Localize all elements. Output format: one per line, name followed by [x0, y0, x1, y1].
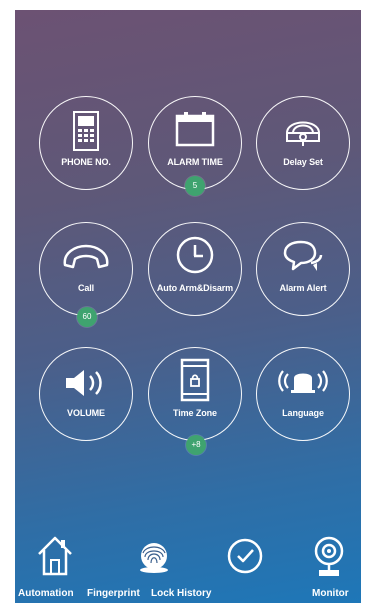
nav-label-lock[interactable]: Lock — [151, 588, 174, 599]
chat-bubbles-icon — [257, 239, 349, 277]
speaker-icon — [40, 368, 132, 406]
nav-automation[interactable] — [37, 534, 73, 578]
nav-label-automation[interactable]: Automation — [18, 588, 74, 599]
phone-icon — [40, 111, 132, 151]
auto-arm-disarm-tile[interactable]: Auto Arm&Disarm — [148, 222, 242, 316]
alarm-alert-tile[interactable]: Alarm Alert — [256, 222, 350, 316]
nav-lock[interactable] — [227, 538, 263, 574]
volume-tile[interactable]: VOLUME — [39, 347, 133, 441]
call-badge: 60 — [77, 307, 97, 327]
mobile-lock-icon — [149, 358, 241, 402]
lock-icon — [257, 111, 349, 149]
delay-set-tile[interactable]: Delay Set — [256, 96, 350, 190]
settings-screen: PHONE NO. ALARM TIME Delay Set Call Auto… — [15, 10, 361, 603]
call-tile[interactable]: Call — [39, 222, 133, 316]
tile-label: VOLUME — [67, 408, 105, 418]
tile-label: Alarm Alert — [279, 283, 327, 293]
tile-label: Delay Set — [283, 157, 323, 167]
tile-label: PHONE NO. — [61, 157, 111, 167]
handset-icon — [40, 243, 132, 281]
camera-icon — [314, 536, 344, 576]
nav-fingerprint[interactable] — [134, 537, 174, 577]
language-tile[interactable]: Language — [256, 347, 350, 441]
time-zone-badge: +8 — [186, 435, 206, 455]
time-zone-tile[interactable]: Time Zone — [148, 347, 242, 441]
check-circle-icon — [227, 538, 263, 574]
tile-label: Call — [77, 283, 95, 293]
home-icon — [38, 536, 72, 576]
phone-number-tile[interactable]: PHONE NO. — [39, 96, 133, 190]
tile-label: Language — [282, 408, 324, 418]
siren-icon — [257, 366, 349, 404]
alarm-time-badge: 5 — [185, 176, 205, 196]
fingerprint-icon — [140, 543, 168, 573]
tile-label: ALARM TIME — [167, 157, 223, 167]
nav-label-history[interactable]: History — [177, 588, 211, 599]
nav-label-monitor[interactable]: Monitor — [312, 588, 349, 599]
nav-label-fingerprint[interactable]: Fingerprint — [87, 588, 140, 599]
nav-monitor[interactable] — [313, 536, 345, 578]
clock-icon — [149, 235, 241, 274]
calendar-icon — [149, 111, 241, 149]
tile-label: Time Zone — [173, 408, 217, 418]
tile-label: Auto Arm&Disarm — [156, 283, 234, 293]
